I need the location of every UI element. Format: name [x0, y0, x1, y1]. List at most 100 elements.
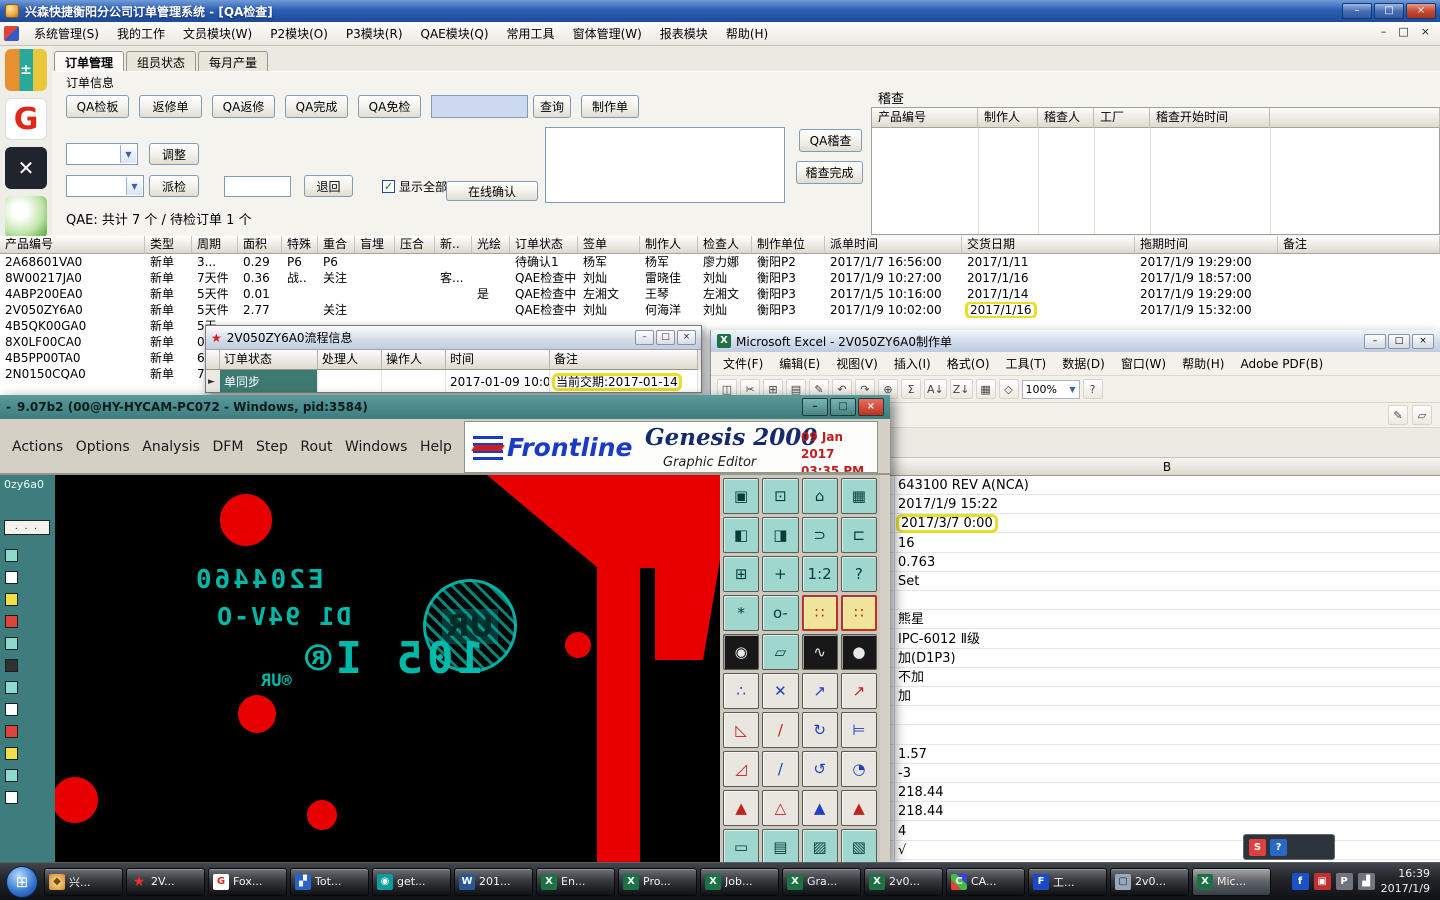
- pencil-icon[interactable]: ✎: [1388, 405, 1408, 425]
- order-column-header[interactable]: 重合: [318, 236, 355, 254]
- layer-tile[interactable]: [5, 725, 18, 738]
- show-all-checkbox[interactable]: ✓: [382, 180, 395, 193]
- excel-menu-item-8[interactable]: 帮助(H): [1174, 352, 1232, 376]
- genesis-tool-icon[interactable]: ✕: [762, 673, 799, 709]
- product-code-field[interactable]: [431, 95, 528, 118]
- main-menu-item-9[interactable]: 帮助(H): [717, 22, 777, 46]
- ellipsis-button[interactable]: . . .: [4, 520, 50, 535]
- mdi-restore-icon[interactable]: □: [1398, 25, 1408, 38]
- genesis-tool-icon[interactable]: ▲: [840, 790, 877, 826]
- column-header-b[interactable]: B: [894, 458, 1440, 476]
- taskbar-clock[interactable]: 16:39 2017/1/9: [1381, 867, 1430, 896]
- genesis-tool-icon[interactable]: ∷: [840, 595, 877, 631]
- mdi-minimize-icon[interactable]: –: [1381, 25, 1387, 38]
- result-listbox[interactable]: [545, 127, 785, 203]
- mdi-close-icon[interactable]: ×: [1421, 25, 1430, 38]
- genesis-tool-icon[interactable]: ⌂: [801, 478, 838, 514]
- layer-tile[interactable]: [5, 571, 18, 584]
- genesis-tool-icon[interactable]: ↗: [840, 673, 877, 709]
- audit-column-header[interactable]: 稽查人: [1038, 108, 1094, 128]
- order-column-header[interactable]: 特殊: [282, 236, 318, 254]
- order-column-header[interactable]: 周期: [192, 236, 238, 254]
- layer-tile[interactable]: [5, 549, 18, 562]
- genesis-tool-icon[interactable]: ⊡: [762, 478, 799, 514]
- genesis-tool-icon[interactable]: ⊏: [840, 517, 877, 553]
- genesis-menu-analysis[interactable]: Analysis: [142, 439, 200, 455]
- printer-icon[interactable]: P: [1335, 873, 1353, 890]
- excel-menu-item-7[interactable]: 窗口(W): [1113, 352, 1174, 376]
- excel-menu-item-6[interactable]: 数据(D): [1054, 352, 1113, 376]
- order-column-header[interactable]: 面积: [238, 236, 282, 254]
- genesis-menu-options[interactable]: Options: [76, 439, 130, 455]
- genesis-tool-icon[interactable]: ↻: [801, 712, 838, 748]
- make-sheet-button[interactable]: 制作单: [581, 95, 639, 118]
- audit-column-header[interactable]: 产品编号: [872, 108, 978, 128]
- layer-tile[interactable]: [5, 637, 18, 650]
- taskbar-item-6[interactable]: X En...: [536, 867, 615, 896]
- adjust-select[interactable]: ▼: [66, 143, 138, 165]
- query-button[interactable]: 查询: [533, 95, 571, 118]
- genesis-tool-icon[interactable]: ●: [840, 634, 877, 670]
- main-tab-0[interactable]: 订单管理: [54, 51, 125, 71]
- genesis-menu-actions[interactable]: Actions: [12, 439, 63, 455]
- eraser-icon[interactable]: ▱: [1412, 405, 1432, 425]
- genesis-tool-icon[interactable]: ▭: [723, 829, 760, 862]
- order-column-header[interactable]: 类型: [145, 236, 192, 254]
- qa-audit-button[interactable]: QA稽查: [799, 129, 862, 152]
- order-column-header[interactable]: 派单时间: [825, 236, 962, 254]
- genesis-tool-icon[interactable]: ▲: [801, 790, 838, 826]
- order-table-row[interactable]: 4ABP200EA0 新单 5天件 0.01 是 QAE检查中 左湘文 王琴 左湘文 衡阳P3 20…: [0, 286, 1440, 302]
- main-menu-item-3[interactable]: P2模块(O): [261, 22, 337, 46]
- genesis-menu-windows[interactable]: Windows: [345, 439, 408, 455]
- main-menu-item-2[interactable]: 文员模块(W): [174, 22, 261, 46]
- taskbar-item-3[interactable]: ▞ Tot...: [290, 867, 369, 896]
- order-column-header[interactable]: 光绘: [472, 236, 510, 254]
- genesis-tool-icon[interactable]: ↗: [801, 673, 838, 709]
- main-menu-item-6[interactable]: 常用工具: [498, 22, 564, 46]
- genesis-tool-icon[interactable]: ◔: [840, 751, 877, 787]
- dialog-close-button[interactable]: ×: [677, 330, 696, 345]
- help-icon[interactable]: ?: [1082, 379, 1103, 399]
- close-button[interactable]: ×: [1406, 3, 1436, 19]
- genesis-tool-icon[interactable]: ∴: [723, 673, 760, 709]
- layer-tile[interactable]: [5, 791, 18, 804]
- audit-table-body[interactable]: [872, 128, 1439, 234]
- genesis-tool-icon[interactable]: △: [762, 790, 799, 826]
- chevron-down-icon[interactable]: ▼: [120, 145, 136, 163]
- genesis-maximize-button[interactable]: □: [830, 398, 856, 416]
- layer-tile[interactable]: [5, 615, 18, 628]
- main-menu-item-5[interactable]: QAE模块(Q): [412, 22, 498, 46]
- dialog-column-header[interactable]: 处理人: [318, 350, 382, 370]
- pcb-tray-icon[interactable]: ▣: [1313, 873, 1331, 890]
- genesis-menu-dfm[interactable]: DFM: [213, 439, 244, 455]
- layer-tile[interactable]: [5, 659, 18, 672]
- genesis-tool-icon[interactable]: 1:2: [801, 556, 838, 592]
- audit-column-header[interactable]: 制作人: [978, 108, 1038, 128]
- excel-menu-item-1[interactable]: 编辑(E): [771, 352, 828, 376]
- order-column-header[interactable]: 签单: [578, 236, 640, 254]
- chart-wizard-icon[interactable]: ▦: [975, 379, 996, 399]
- dialog-table-row[interactable]: ►单同步 2017-01-09 10:02:05当前交期:2017-01-14: [206, 370, 701, 392]
- plant-icon[interactable]: [5, 196, 47, 238]
- excel-menu-item-2[interactable]: 视图(V): [828, 352, 886, 376]
- main-menu-item-1[interactable]: 我的工作: [108, 22, 174, 46]
- genesis-tool-icon[interactable]: ▲: [723, 790, 760, 826]
- genesis-tool-icon[interactable]: ▧: [840, 829, 877, 862]
- dialog-titlebar[interactable]: ★ 2V050ZY6A0流程信息 – □ ×: [206, 326, 701, 350]
- pcb-canvas[interactable]: E204460 D1 94V-O ®UR 105 I® UR: [55, 475, 720, 862]
- genesis-tool-icon[interactable]: /: [762, 751, 799, 787]
- excel-titlebar[interactable]: X Microsoft Excel - 2V050ZY6A0制作单 – □ ×: [711, 330, 1440, 352]
- sort-desc-icon[interactable]: Z↓: [949, 379, 973, 399]
- genesis-tool-icon[interactable]: ∿: [801, 634, 838, 670]
- genesis-tool-icon[interactable]: ∷: [801, 595, 838, 631]
- sort-asc-icon[interactable]: A↓: [924, 379, 947, 399]
- order-column-header[interactable]: 产品编号: [0, 236, 145, 254]
- genesis-close-button[interactable]: ×: [858, 398, 884, 416]
- taskbar-item-10[interactable]: X 2v0...: [864, 867, 943, 896]
- genesis-tool-icon[interactable]: ◺: [723, 712, 760, 748]
- tray-overflow-flyout[interactable]: S?: [1243, 834, 1335, 860]
- excel-menu-item-5[interactable]: 工具(T): [998, 352, 1055, 376]
- layer-tile[interactable]: [5, 747, 18, 760]
- genesis-tool-icon[interactable]: ▤: [762, 829, 799, 862]
- zoom-select[interactable]: 100% ▼: [1021, 379, 1080, 399]
